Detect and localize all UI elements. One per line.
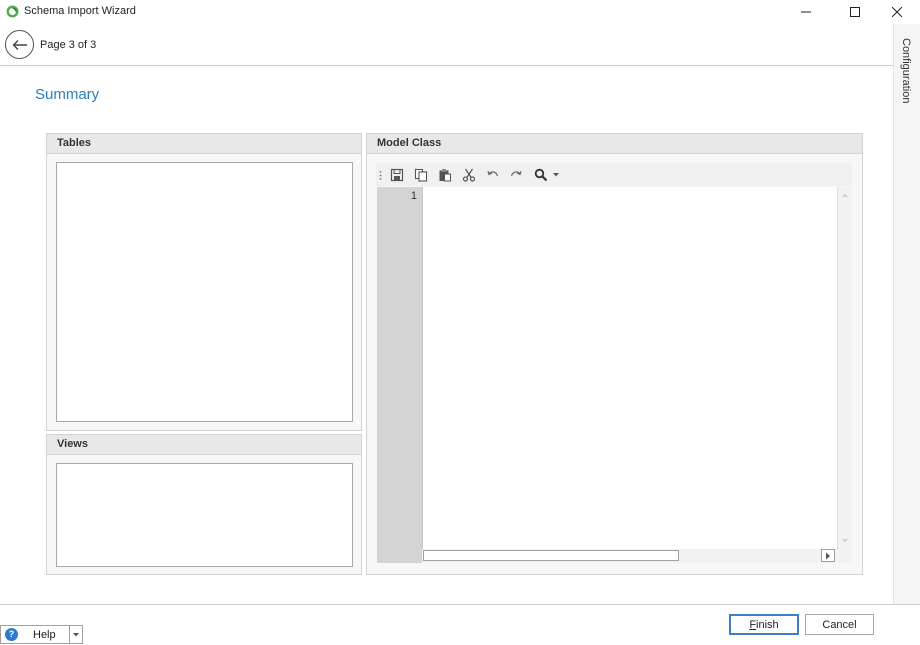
back-button[interactable] [5,30,34,59]
save-button[interactable] [388,166,406,184]
window-title: Schema Import Wizard [24,5,136,17]
maximize-icon [850,7,860,17]
help-label: Help [33,629,56,641]
app-logo-icon [6,5,19,18]
redo-icon [510,170,522,177]
configuration-tab-label: Configuration [900,38,912,104]
search-icon [534,168,548,182]
close-icon [892,7,902,17]
configuration-tab[interactable]: Configuration [893,36,920,106]
cancel-label: Cancel [822,618,857,631]
cut-button[interactable] [460,166,478,184]
section-title: Summary [35,86,100,103]
code-editor[interactable] [422,187,838,549]
finish-label: Finish [749,618,779,631]
views-group: Views [46,434,362,575]
cancel-button[interactable]: Cancel [805,614,874,635]
line-number-gutter [377,187,422,563]
minimize-icon [801,11,811,13]
search-button[interactable] [532,166,550,184]
arrow-left-icon [12,39,27,50]
scroll-right-button[interactable] [821,549,835,562]
vertical-scrollbar[interactable] [837,187,852,549]
line-number: 1 [410,190,417,202]
editor-toolbar [376,163,852,186]
views-group-header: Views [47,435,361,455]
horizontal-scroll-thumb[interactable] [423,550,679,561]
close-button[interactable] [874,0,920,24]
copy-icon [414,168,428,182]
maximize-button[interactable] [832,0,878,24]
undo-icon [487,170,499,177]
views-list[interactable] [56,463,353,567]
toolbar-grip-icon [376,166,384,184]
save-icon [390,168,404,182]
tables-group-title: Tables [57,137,92,149]
title-bar [0,0,920,24]
copy-button[interactable] [412,166,430,184]
side-panel [893,24,920,604]
finish-button[interactable]: Finish [729,614,799,635]
chevron-down-icon [73,632,79,636]
search-dropdown-button[interactable] [551,166,561,184]
scroll-down-icon [842,539,848,543]
page-indicator: Page 3 of 3 [40,39,97,51]
help-dropdown-button[interactable] [69,625,83,644]
minimize-button[interactable] [783,0,829,24]
model-class-group-title: Model Class [377,137,442,149]
undo-button[interactable] [484,166,502,184]
help-button[interactable]: ? Help [0,625,70,644]
scroll-right-icon [826,552,830,559]
views-group-title: Views [57,438,88,450]
tables-list[interactable] [56,162,353,422]
tables-group-header: Tables [47,134,361,154]
dropdown-arrow-icon [553,173,559,177]
cut-icon [462,168,476,182]
tables-group: Tables [46,133,362,431]
help-icon: ? [5,628,18,641]
paste-button[interactable] [436,166,454,184]
redo-button[interactable] [507,166,525,184]
header-divider [0,65,893,66]
paste-icon [439,169,451,182]
model-class-group-header: Model Class [367,134,862,154]
scroll-up-icon [842,193,848,197]
footer-divider [0,604,920,605]
